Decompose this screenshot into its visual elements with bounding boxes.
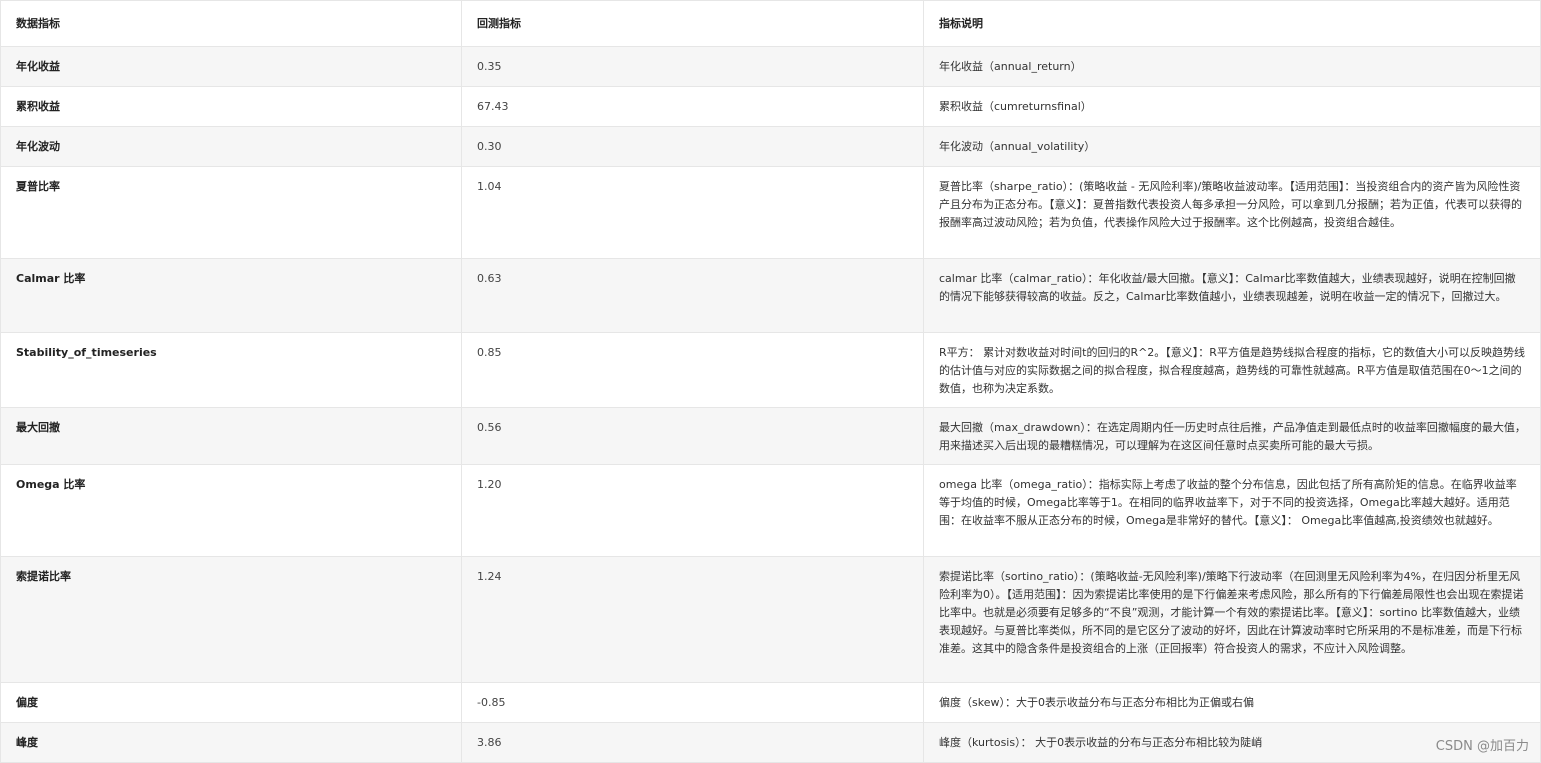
- metric-description: omega 比率（omega_ratio）：指标实际上考虑了收益的整个分布信息，…: [923, 464, 1541, 557]
- metric-description: 最大回撤（max_drawdown）：在选定周期内任一历史时点往后推，产品净值走…: [923, 407, 1541, 465]
- column-header-metric: 数据指标: [0, 0, 462, 47]
- metric-value: 0.85: [461, 332, 924, 408]
- table-row: 峰度 3.86 峰度（kurtosis）： 大于0表示收益的分布与正态分布相比较…: [0, 722, 1541, 763]
- metric-description: 偏度（skew）：大于0表示收益分布与正态分布相比为正偏或右偏: [923, 682, 1541, 723]
- table-row: Calmar 比率 0.63 calmar 比率（calmar_ratio）：年…: [0, 258, 1541, 333]
- metric-name: Calmar 比率: [0, 258, 462, 333]
- metric-value: 0.35: [461, 46, 924, 87]
- table-row: Omega 比率 1.20 omega 比率（omega_ratio）：指标实际…: [0, 464, 1541, 557]
- table-row: 年化收益 0.35 年化收益（annual_return）: [0, 46, 1541, 87]
- metric-name: 偏度: [0, 682, 462, 723]
- table-row: 偏度 -0.85 偏度（skew）：大于0表示收益分布与正态分布相比为正偏或右偏: [0, 682, 1541, 723]
- table-row: 索提诺比率 1.24 索提诺比率（sortino_ratio）：(策略收益-无风…: [0, 556, 1541, 683]
- table-header-row: 数据指标 回测指标 指标说明: [0, 0, 1541, 47]
- metric-description: calmar 比率（calmar_ratio）：年化收益/最大回撤。【意义】：C…: [923, 258, 1541, 333]
- csdn-watermark: CSDN @加百力: [1435, 739, 1529, 754]
- metric-name: Stability_of_timeseries: [0, 332, 462, 408]
- table-row: Stability_of_timeseries 0.85 R平方： 累计对数收益…: [0, 332, 1541, 408]
- column-header-backtest: 回测指标: [461, 0, 924, 47]
- table-row: 累积收益 67.43 累积收益（cumreturnsfinal）: [0, 86, 1541, 127]
- metric-name: 年化波动: [0, 126, 462, 167]
- metric-description: 累积收益（cumreturnsfinal）: [923, 86, 1541, 127]
- metric-name: 索提诺比率: [0, 556, 462, 683]
- metric-value: 0.30: [461, 126, 924, 167]
- metric-name: 夏普比率: [0, 166, 462, 259]
- metric-value: 67.43: [461, 86, 924, 127]
- metric-name: 最大回撤: [0, 407, 462, 465]
- column-header-description: 指标说明: [923, 0, 1541, 47]
- metric-name: Omega 比率: [0, 464, 462, 557]
- metric-value: 1.20: [461, 464, 924, 557]
- metric-value: -0.85: [461, 682, 924, 723]
- metric-value: 0.63: [461, 258, 924, 333]
- metric-value: 1.24: [461, 556, 924, 683]
- metric-description: 夏普比率（sharpe_ratio）：(策略收益 - 无风险利率)/策略收益波动…: [923, 166, 1541, 259]
- metric-description: 年化波动（annual_volatility）: [923, 126, 1541, 167]
- table-row: 夏普比率 1.04 夏普比率（sharpe_ratio）：(策略收益 - 无风险…: [0, 166, 1541, 259]
- metric-value: 3.86: [461, 722, 924, 763]
- metric-description: 年化收益（annual_return）: [923, 46, 1541, 87]
- metric-name: 年化收益: [0, 46, 462, 87]
- metric-description: R平方： 累计对数收益对时间t的回归的R^2。【意义】：R平方值是趋势线拟合程度…: [923, 332, 1541, 408]
- table-row: 年化波动 0.30 年化波动（annual_volatility）: [0, 126, 1541, 167]
- metric-description: 索提诺比率（sortino_ratio）：(策略收益-无风险利率)/策略下行波动…: [923, 556, 1541, 683]
- metric-value: 0.56: [461, 407, 924, 465]
- metric-value: 1.04: [461, 166, 924, 259]
- metric-name: 峰度: [0, 722, 462, 763]
- metric-name: 累积收益: [0, 86, 462, 127]
- table-row: 最大回撤 0.56 最大回撤（max_drawdown）：在选定周期内任一历史时…: [0, 407, 1541, 465]
- metrics-table: 数据指标 回测指标 指标说明 年化收益 0.35 年化收益（annual_ret…: [0, 0, 1541, 763]
